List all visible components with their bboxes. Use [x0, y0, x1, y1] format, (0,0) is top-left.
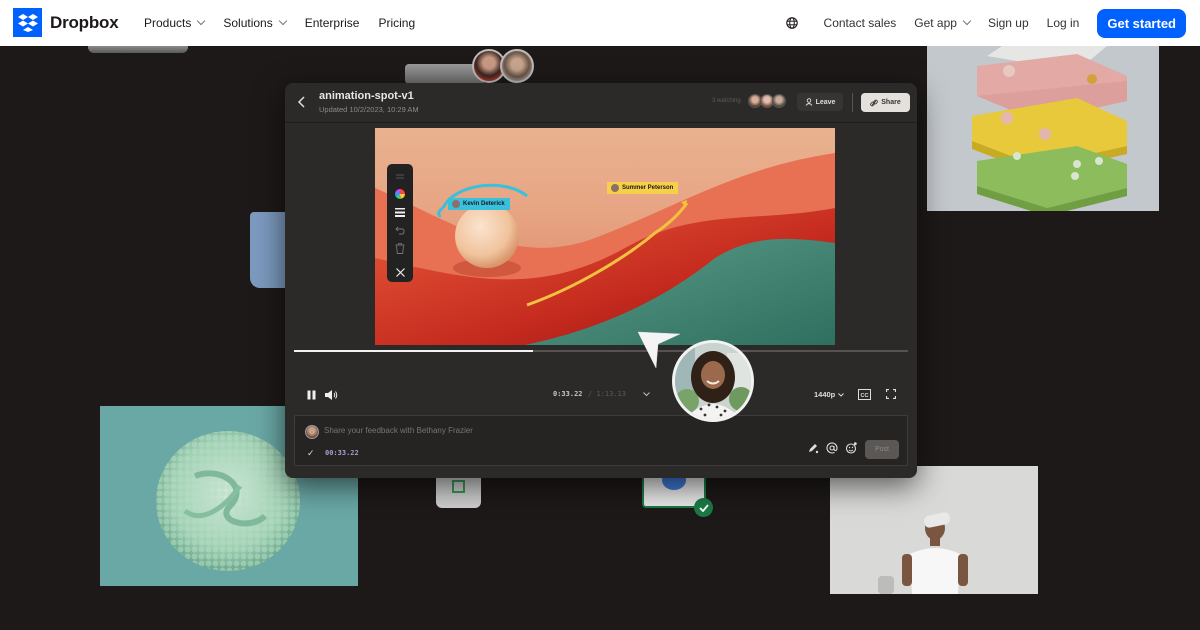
file-title: animation-spot-v1: [319, 90, 414, 102]
player-header: animation-spot-v1 Updated 10/2/2023, 10:…: [285, 83, 917, 123]
chevron-down-icon: [197, 16, 206, 26]
drawing-toolbar: [387, 164, 413, 282]
checkmark-badge-icon: [694, 498, 713, 517]
avatar: [452, 200, 460, 208]
chevron-down-icon: [838, 392, 845, 397]
avatar: [772, 94, 786, 108]
nav-products-label: Products: [144, 16, 192, 30]
nav-sign-up[interactable]: Sign up: [988, 16, 1029, 30]
checkmark-icon[interactable]: ✓: [307, 448, 315, 459]
nav-pricing[interactable]: Pricing: [378, 16, 415, 30]
brand-name: Dropbox: [50, 12, 119, 32]
watcher-avatars: [748, 94, 786, 108]
presenter-avatar: [672, 340, 754, 422]
annotation-tag-kevin[interactable]: Kevin Deterick: [448, 198, 510, 210]
playback-controls: 0:33.22 / 1:13.13 1440p CC: [285, 383, 917, 407]
drag-handle-icon[interactable]: [394, 170, 406, 182]
time-separator: /: [588, 390, 593, 398]
chevron-down-icon: [962, 16, 972, 26]
color-wheel-icon[interactable]: [394, 188, 406, 200]
share-button[interactable]: Share: [861, 93, 910, 112]
decorative-tab: [88, 46, 188, 53]
svg-text:CC: CC: [861, 393, 869, 399]
updated-timestamp: Updated 10/2/2023, 10:29 AM: [319, 105, 419, 114]
back-arrow-icon[interactable]: [295, 95, 309, 109]
total-time-value: 1:13.13: [596, 390, 626, 398]
playback-progress-fill: [294, 350, 534, 352]
nav-enterprise[interactable]: Enterprise: [305, 16, 360, 30]
nav-enterprise-label: Enterprise: [304, 16, 360, 30]
nav-log-in[interactable]: Log in: [1047, 16, 1080, 30]
avatar: [500, 49, 534, 83]
secondary-nav: Contact sales Get app Sign up Log in Get…: [785, 0, 1186, 46]
trash-icon[interactable]: [394, 242, 406, 254]
nav-solutions-label: Solutions: [223, 16, 273, 30]
link-icon: [870, 99, 879, 106]
watching-count: 3 watching: [712, 98, 741, 104]
decorative-blue-card: [250, 212, 286, 288]
globe-icon[interactable]: [785, 17, 798, 29]
annotation-name: Kevin Deterick: [463, 201, 505, 207]
post-button[interactable]: Post: [865, 440, 899, 459]
avatar: [305, 425, 319, 439]
nav-solutions[interactable]: Solutions: [223, 16, 287, 30]
current-time: 0:33.22: [553, 390, 583, 398]
log-in-label: Log in: [1046, 16, 1080, 30]
quality-label: 1440p: [814, 390, 836, 399]
person-icon: [805, 98, 812, 106]
closed-captions-icon[interactable]: CC: [858, 389, 871, 400]
chevron-down-icon[interactable]: [643, 392, 650, 397]
composer-tools: [807, 442, 857, 454]
get-app-label: Get app: [914, 16, 957, 30]
get-started-button[interactable]: Get started: [1097, 8, 1186, 38]
chevron-down-icon: [278, 16, 287, 26]
nav-products[interactable]: Products: [144, 16, 206, 30]
nav-contact-sales[interactable]: Contact sales: [824, 16, 897, 30]
share-label: Share: [881, 99, 901, 106]
close-icon[interactable]: [394, 266, 406, 278]
leave-label: Leave: [815, 98, 836, 106]
annotation-name: Summer Peterson: [622, 185, 674, 191]
volume-icon[interactable]: [325, 390, 338, 400]
vr-person-image: [830, 466, 1038, 594]
nav-get-app[interactable]: Get app: [914, 16, 972, 30]
collaborator-avatars: [472, 49, 534, 83]
pause-icon[interactable]: [307, 390, 316, 400]
comment-timestamp: 00:33.22: [325, 449, 359, 457]
contact-sales-label: Contact sales: [823, 16, 897, 30]
video-frame[interactable]: [375, 128, 835, 345]
stroke-width-icon[interactable]: [394, 206, 406, 218]
emoji-add-icon[interactable]: [845, 442, 857, 454]
annotation-tag-summer[interactable]: Summer Peterson: [607, 182, 679, 194]
feedback-input[interactable]: [324, 426, 744, 435]
dropbox-box-icon: [13, 8, 42, 37]
draw-pen-icon[interactable]: [807, 442, 819, 454]
sign-up-label: Sign up: [987, 16, 1029, 30]
video-review-window: animation-spot-v1 Updated 10/2/2023, 10:…: [285, 83, 917, 478]
stacked-blocks-image: [927, 46, 1159, 211]
header-divider: [852, 93, 853, 112]
top-navigation: Dropbox Products Solutions Enterprise Pr…: [0, 0, 1200, 46]
mention-icon[interactable]: [826, 442, 838, 454]
leave-button[interactable]: Leave: [797, 93, 843, 111]
playback-progress-bar[interactable]: [294, 350, 908, 352]
fullscreen-icon[interactable]: [886, 389, 896, 399]
avatar: [611, 184, 619, 192]
undo-icon[interactable]: [394, 224, 406, 236]
total-time: / 1:13.13: [588, 390, 626, 398]
dropbox-logo[interactable]: Dropbox: [13, 8, 119, 37]
primary-nav: Products Solutions Enterprise Pricing: [144, 0, 434, 46]
feedback-composer: ✓ 00:33.22 Post: [294, 415, 908, 466]
spreadsheet-file-icon: [436, 474, 481, 508]
nav-pricing-label: Pricing: [378, 16, 416, 30]
quality-selector[interactable]: 1440p: [814, 390, 845, 399]
